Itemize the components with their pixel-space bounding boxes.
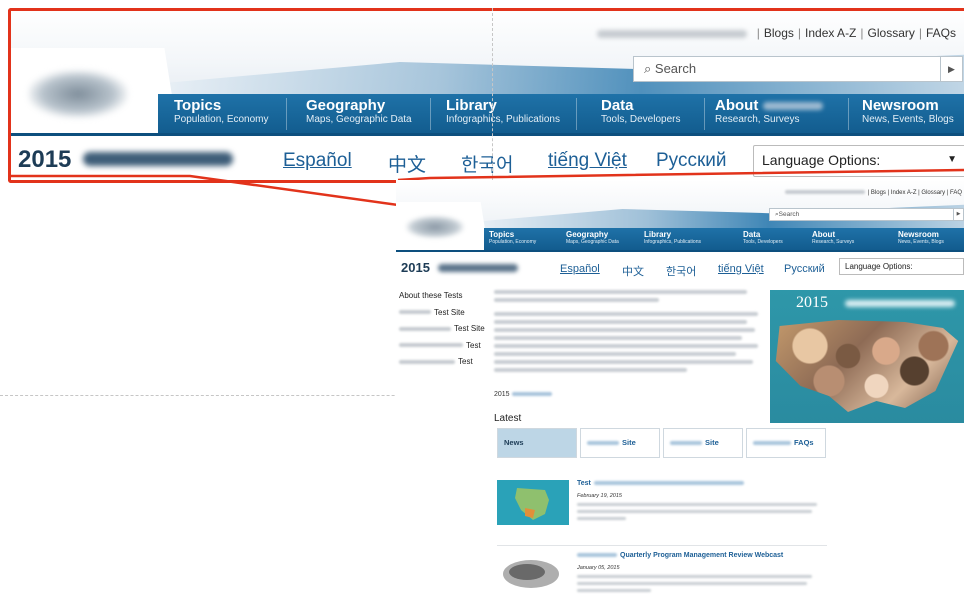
zoom-callout: | Blogs | Index A-Z | Glossary | FAQs ⌕ Search … (8, 8, 964, 183)
news-date: January 05, 2015 (577, 565, 620, 571)
mini-lang-korean[interactable]: 한국어 (666, 263, 696, 279)
lang-spanish-link[interactable]: Español (283, 150, 352, 172)
sidebar-item-site-2[interactable]: Test Site (396, 321, 491, 338)
main-nav: Topics Population, Economy Geography Maps,… (158, 94, 964, 134)
hero-image[interactable]: 2015 (770, 290, 964, 423)
tab-site-2[interactable]: Site (663, 428, 743, 458)
mini-glossary-link[interactable]: Glossary (921, 190, 945, 196)
nav-newsroom[interactable]: Newsroom News, Events, Blogs (862, 97, 954, 125)
mini-nav-geography[interactable]: Geography Maps, Geographic Data (566, 230, 619, 245)
sidebar-item-site-1[interactable]: Test Site (396, 305, 491, 322)
mini-lang-spanish[interactable]: Español (560, 263, 600, 275)
mini-search-input[interactable]: ⌕Search ▶ (769, 208, 964, 221)
tab-news[interactable]: News (497, 428, 577, 458)
news-item[interactable]: Quarterly Program Management Review Webc… (497, 552, 827, 607)
mini-lang-vietnamese[interactable]: tiếng Việt (718, 263, 764, 275)
sidebar: About these Tests Test Site Test Site Te… (396, 288, 491, 371)
sidebar-item-test-1[interactable]: Test (396, 338, 491, 355)
mini-nav-topics[interactable]: Topics Population, Economy (489, 230, 536, 245)
news-title[interactable]: Test (577, 480, 744, 487)
section-subhead[interactable]: 2015 (494, 391, 552, 398)
language-options-select[interactable]: Language Options: ▼ (753, 145, 964, 177)
search-input[interactable]: ⌕ Search ▶ (633, 56, 963, 82)
search-submit-button[interactable]: ▶ (940, 57, 962, 81)
tab-faqs[interactable]: FAQs (746, 428, 826, 458)
latest-tabs: News Site Site FAQs (497, 428, 827, 458)
nav-topics[interactable]: Topics Population, Economy (174, 97, 269, 125)
mini-main-nav: Topics Population, Economy Geography Maps,… (484, 228, 964, 250)
page-title-year: 2015 (18, 146, 72, 173)
nav-library[interactable]: Library Infographics, Publications (446, 97, 560, 125)
news-summary (577, 575, 822, 596)
mini-nav-library[interactable]: Library Infographics, Publications (644, 230, 701, 245)
nav-about[interactable]: About Research, Surveys (715, 97, 823, 125)
news-title[interactable]: Quarterly Program Management Review Webc… (577, 552, 783, 559)
page-title-redacted (83, 152, 233, 166)
news-thumbnail-logo (497, 552, 569, 597)
page-thumbnail: | Blogs | Index A-Z | Glossary | FAQ ⌕Se… (396, 180, 964, 607)
mini-page-title-year: 2015 (401, 260, 430, 275)
lang-russian-link[interactable]: Русский (656, 150, 727, 172)
mini-nav-about[interactable]: About Research, Surveys (812, 230, 854, 245)
search-icon: ⌕ (644, 61, 652, 76)
lang-vietnamese-link[interactable]: tiếng Việt (548, 150, 627, 172)
lang-chinese-link[interactable]: 中文 (388, 150, 426, 177)
index-az-link[interactable]: Index A-Z (805, 26, 856, 40)
people-map-image (775, 320, 959, 412)
faqs-link[interactable]: FAQs (926, 26, 956, 40)
sidebar-item-about[interactable]: About these Tests (396, 288, 491, 305)
utility-links: | Blogs | Index A-Z | Glossary | FAQs (596, 26, 956, 40)
nav-geography[interactable]: Geography Maps, Geographic Data (306, 97, 412, 125)
latest-heading: Latest (494, 413, 522, 424)
mini-nav-newsroom[interactable]: Newsroom News, Events, Blogs (898, 230, 944, 245)
news-date: February 19, 2015 (577, 493, 622, 499)
mini-faq-link[interactable]: FAQ (950, 190, 962, 196)
mini-language-select[interactable]: Language Options: (839, 258, 964, 275)
tab-site-1[interactable]: Site (580, 428, 660, 458)
mini-blogs-link[interactable]: Blogs (871, 190, 886, 196)
hero-year: 2015 (796, 294, 828, 311)
nav-data[interactable]: Data Tools, Developers (601, 97, 680, 125)
mini-utility-links: | Blogs | Index A-Z | Glossary | FAQ (784, 190, 962, 196)
mini-search-button[interactable]: ▶ (953, 209, 963, 220)
mini-agency-logo[interactable] (406, 216, 464, 238)
mini-nav-data[interactable]: Data Tools, Developers (743, 230, 783, 245)
blogs-link[interactable]: Blogs (764, 26, 794, 40)
mini-index-link[interactable]: Index A-Z (891, 190, 917, 196)
lang-korean-link[interactable]: 한국어 (461, 150, 513, 177)
mini-title-bar: 2015 Español 中文 한국어 tiếng Việt Русский L… (396, 250, 964, 288)
sidebar-item-test-2[interactable]: Test (396, 354, 491, 371)
redacted-dept-link[interactable] (596, 29, 747, 38)
news-summary (577, 503, 822, 524)
screenshot-stage: | Blogs | Index A-Z | Glossary | FAQs ⌕ Search … (0, 0, 964, 607)
intro-text (494, 290, 769, 376)
chevron-down-icon: ▼ (947, 154, 957, 165)
mini-lang-russian[interactable]: Русский (784, 263, 825, 275)
news-thumbnail-map (497, 480, 569, 525)
agency-logo[interactable] (28, 70, 128, 118)
news-item[interactable]: Test February 19, 2015 (497, 480, 827, 540)
search-placeholder: Search (654, 61, 697, 76)
title-language-bar: 2015 Español 中文 한국어 tiếng Việt Русский L… (8, 133, 964, 183)
mini-lang-chinese[interactable]: 中文 (622, 263, 644, 279)
glossary-link[interactable]: Glossary (868, 26, 915, 40)
